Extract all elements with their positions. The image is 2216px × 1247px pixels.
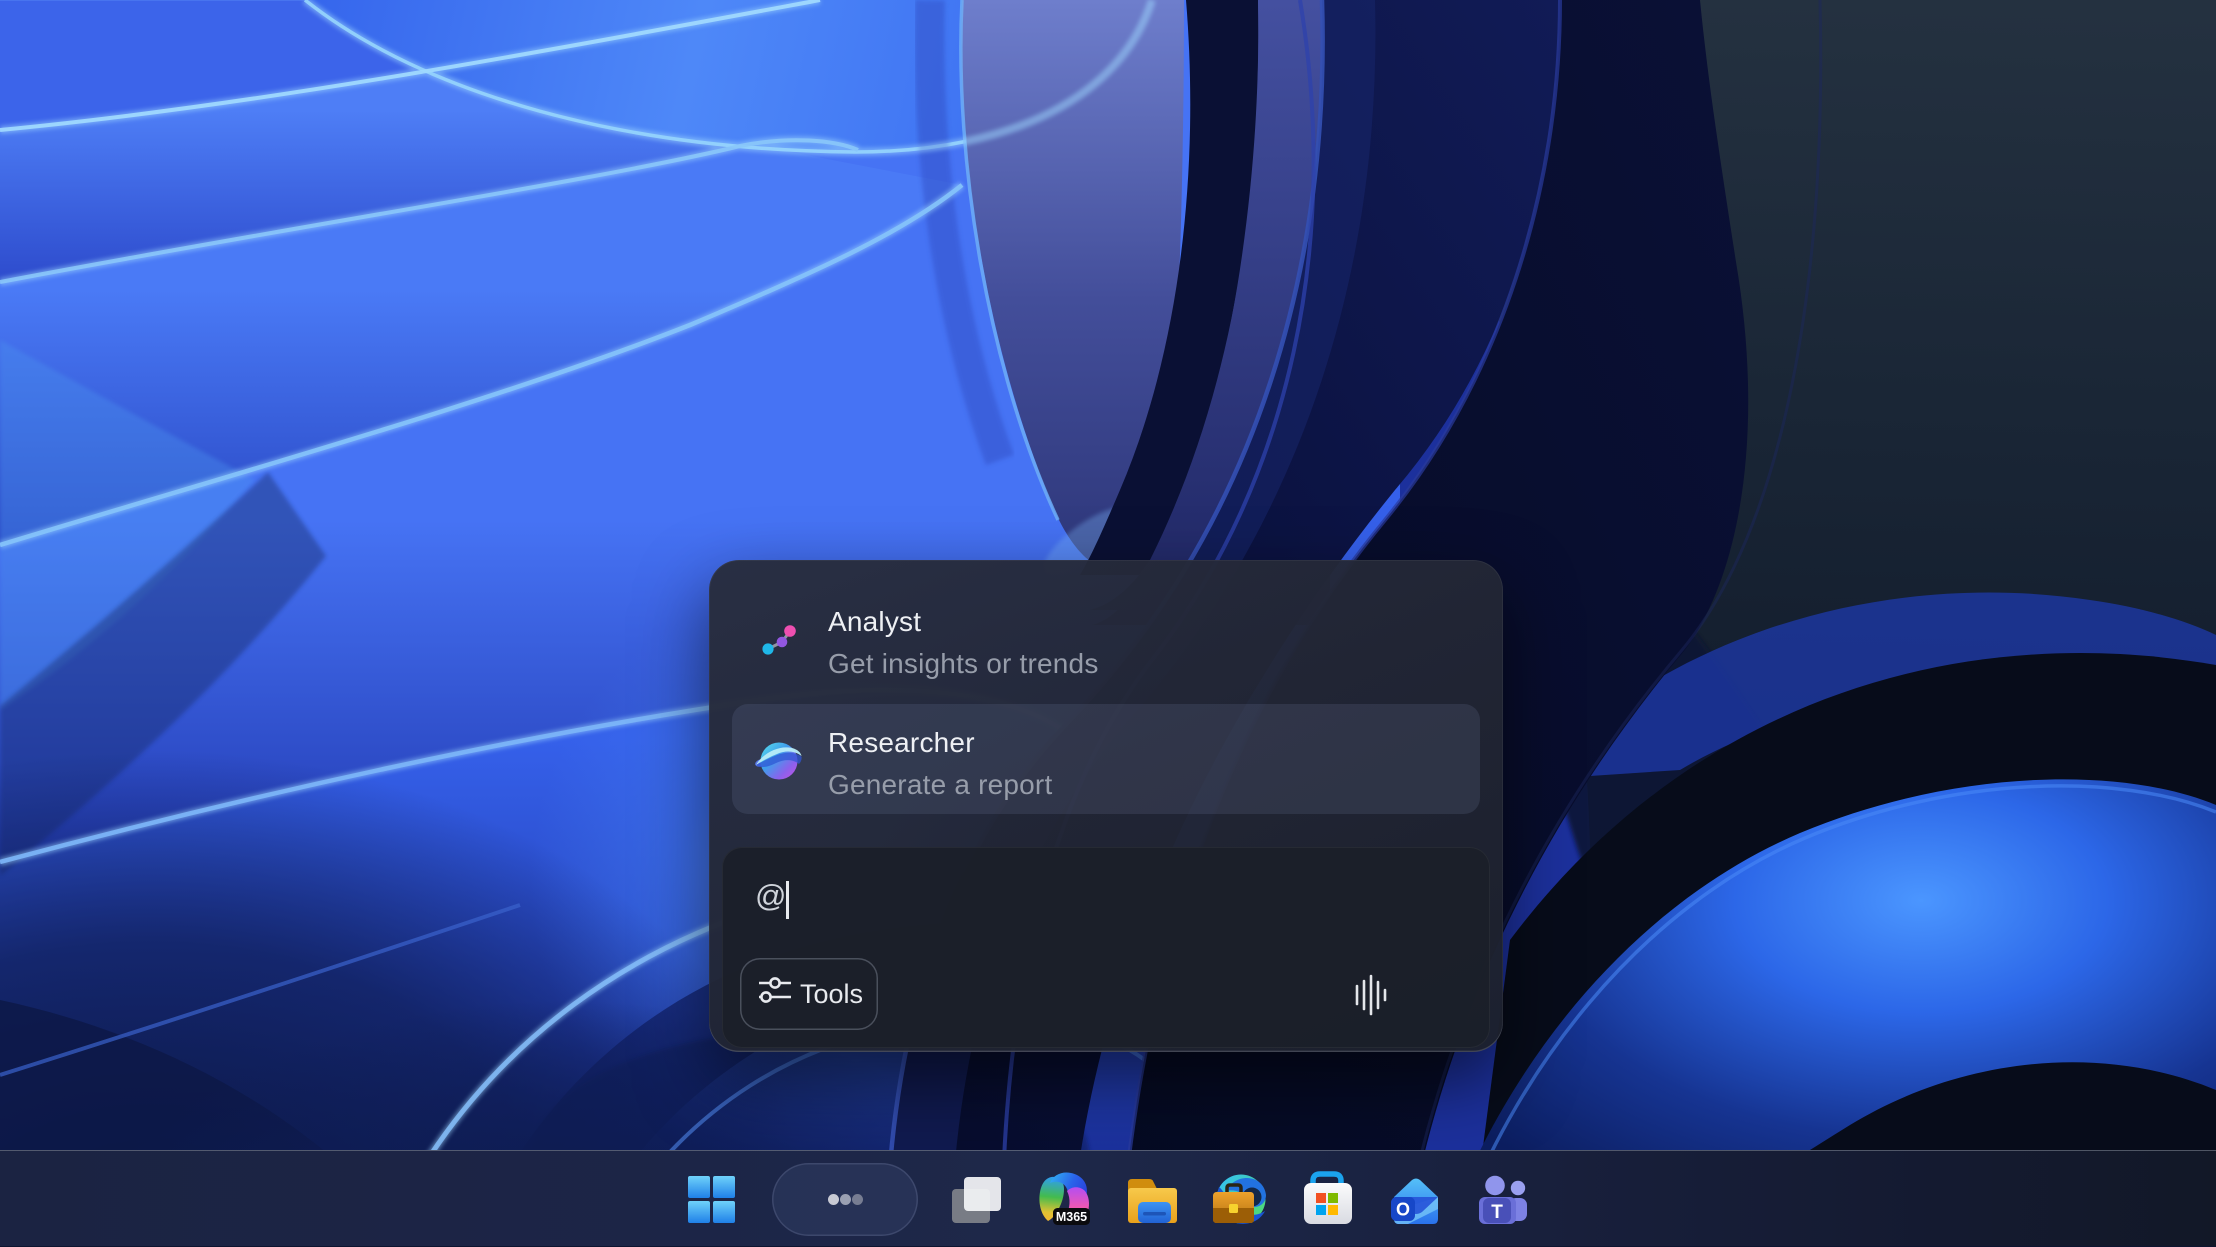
svg-text:T: T: [1491, 1202, 1503, 1223]
svg-text:O: O: [1396, 1200, 1410, 1220]
svg-text:M365: M365: [1056, 1210, 1087, 1224]
